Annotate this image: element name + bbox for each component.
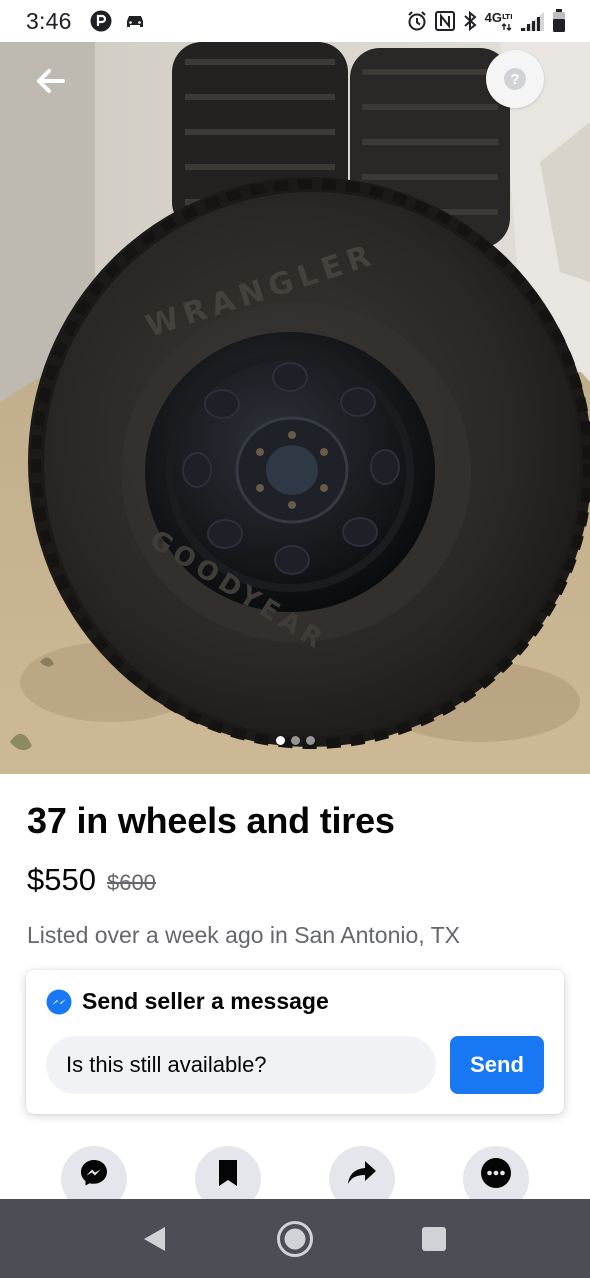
- help-button[interactable]: ?: [486, 50, 544, 108]
- status-right-icons: 4G LTE: [406, 9, 566, 33]
- nav-back-button[interactable]: [114, 1199, 194, 1278]
- messenger-icon: [46, 989, 72, 1014]
- lte-icon: 4G LTE: [485, 10, 512, 32]
- back-icon: [144, 1226, 165, 1251]
- save-icon: [219, 1160, 237, 1186]
- save-action-button[interactable]: [195, 1146, 261, 1200]
- share-action-button[interactable]: [329, 1146, 395, 1200]
- pagination-dot[interactable]: [290, 736, 300, 745]
- status-time: 3:46: [26, 7, 72, 34]
- action-buttons: [0, 1146, 590, 1200]
- card-header: Send seller a message: [46, 988, 329, 1015]
- home-icon: [277, 1220, 313, 1257]
- signal-icon: [519, 10, 545, 32]
- messenger-icon: [81, 1160, 107, 1186]
- recents-icon: [422, 1226, 446, 1251]
- listing-title: 37 in wheels and tires: [27, 800, 395, 841]
- more-icon: [481, 1158, 511, 1188]
- more-action-button[interactable]: [463, 1146, 529, 1200]
- status-bar: 3:46 4G LTE: [0, 0, 590, 42]
- listing-price: $550: [27, 862, 96, 897]
- alarm-icon: [406, 10, 428, 32]
- nav-home-button[interactable]: [255, 1199, 335, 1278]
- price-row: $550 $600: [27, 862, 156, 898]
- nfc-icon: [434, 11, 455, 31]
- system-nav-bar: [0, 1199, 590, 1278]
- car-icon: [124, 12, 146, 30]
- svg-text:LTE: LTE: [502, 13, 512, 21]
- message-action-button[interactable]: [61, 1146, 127, 1200]
- share-icon: [348, 1161, 376, 1184]
- card-title: Send seller a message: [82, 988, 329, 1014]
- message-seller-card: Send seller a message Is this still avai…: [26, 970, 564, 1114]
- arrow-left-icon: [37, 69, 65, 93]
- back-button[interactable]: [30, 64, 70, 98]
- battery-icon: [552, 9, 566, 33]
- listing-meta: Listed over a week ago in San Antonio, T…: [27, 922, 461, 948]
- parking-app-icon: [90, 10, 112, 32]
- nav-recents-button[interactable]: [394, 1199, 474, 1278]
- bluetooth-icon: [462, 10, 478, 32]
- status-left-icons: [90, 10, 146, 32]
- pagination-dot[interactable]: [275, 736, 285, 745]
- listing-photo[interactable]: WRANGLER GOODYEAR ?: [0, 42, 590, 774]
- send-button[interactable]: Send: [450, 1036, 544, 1094]
- tire-photo: WRANGLER GOODYEAR: [0, 42, 590, 774]
- question-icon: ?: [504, 68, 526, 90]
- pagination-dot[interactable]: [305, 736, 315, 745]
- photo-pagination: [0, 736, 590, 745]
- message-input[interactable]: Is this still available?: [46, 1036, 436, 1094]
- original-price: $600: [106, 870, 156, 895]
